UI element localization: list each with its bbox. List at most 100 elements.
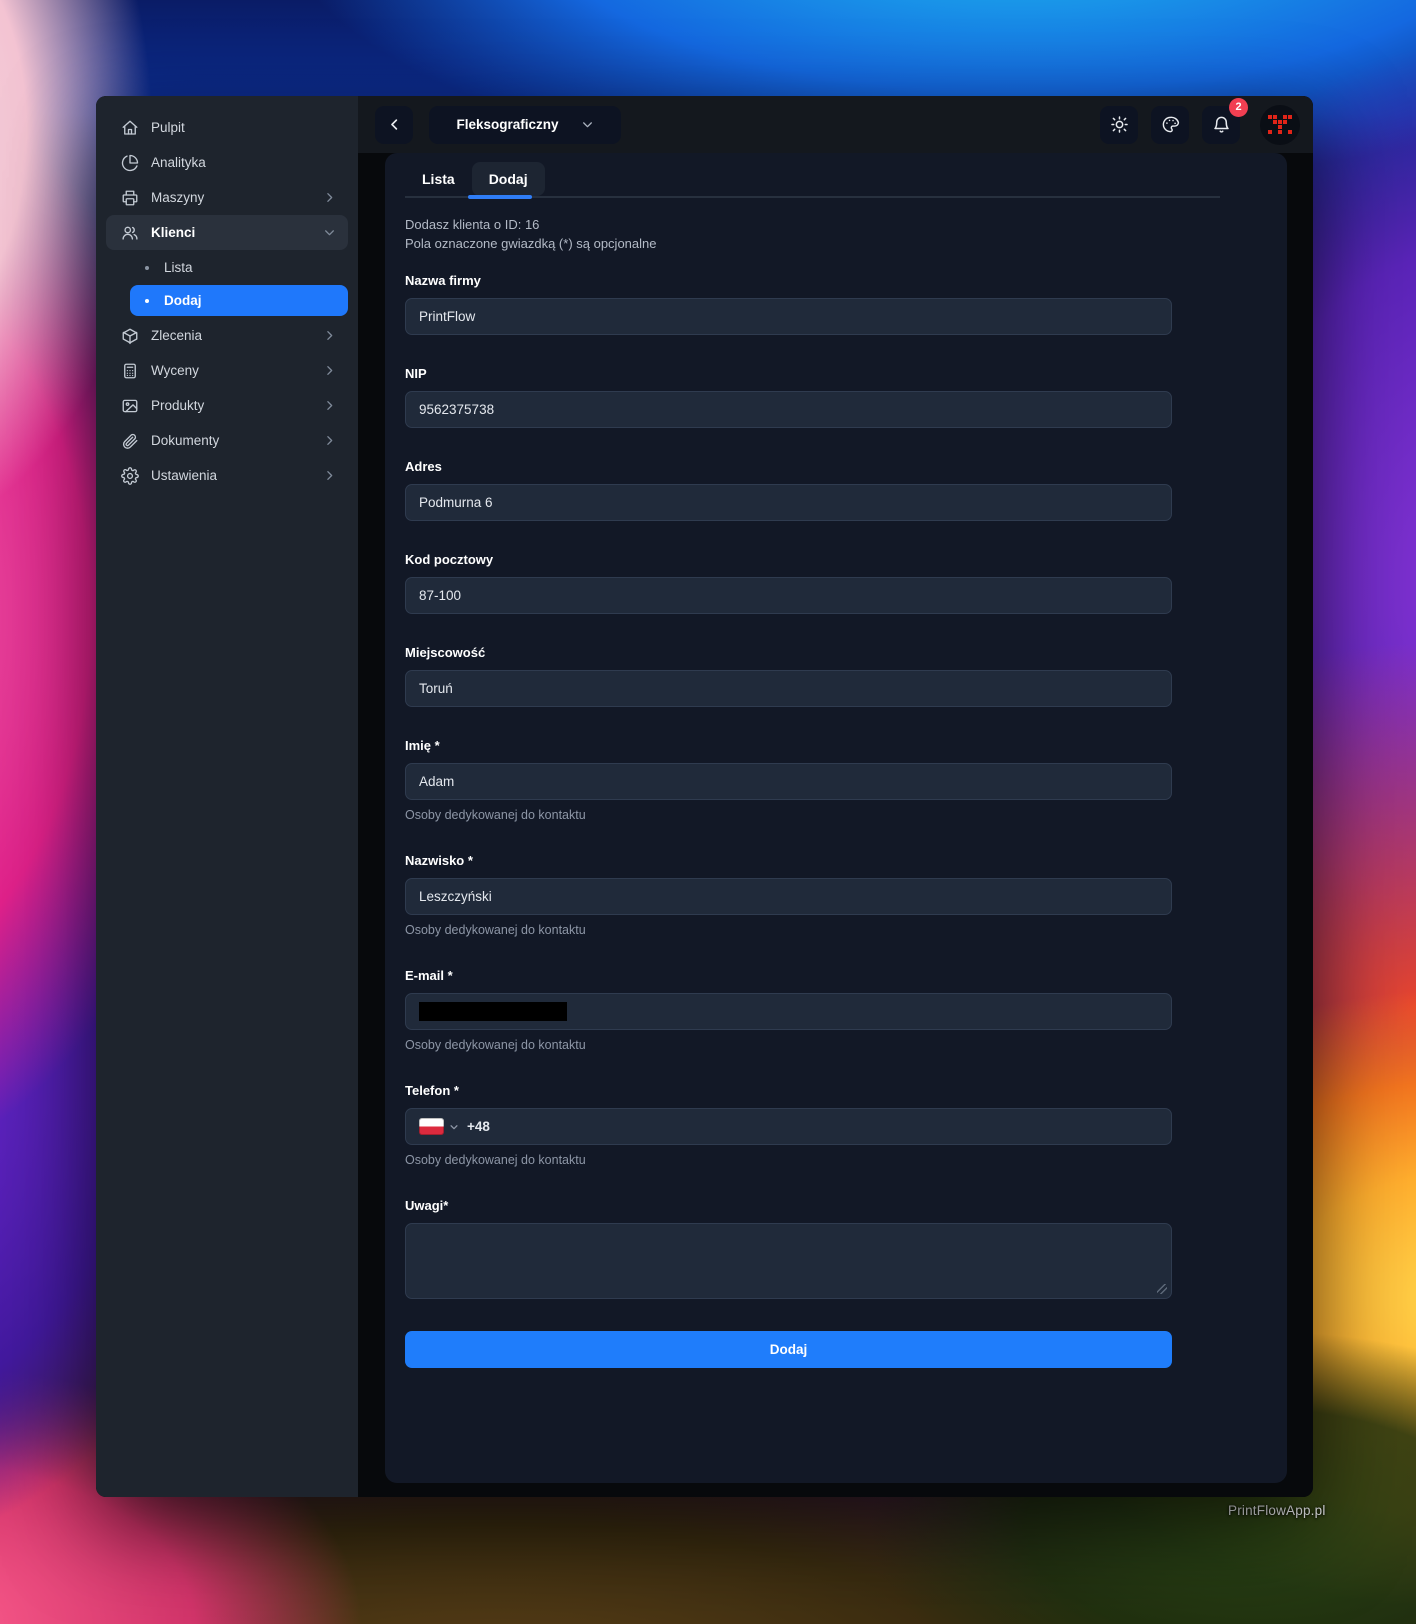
sidebar-subitem-label: Dodaj [164,293,202,308]
paperclip-icon [121,432,139,450]
miejscowosc-input[interactable]: Toruń [405,670,1172,707]
kod-pocztowy-input[interactable]: 87-100 [405,577,1172,614]
uwagi-textarea[interactable] [405,1223,1172,1299]
sidebar-item-label: Ustawienia [151,468,217,483]
package-icon [121,327,139,345]
sidebar-item-label: Pulpit [151,120,185,135]
nip-input[interactable]: 9562375738 [405,391,1172,428]
intro-line-1: Dodasz klienta o ID: 16 [405,215,1267,234]
sidebar-item-maszyny[interactable]: Maszyny [106,180,348,215]
tab-underline [405,196,1220,198]
sidebar-item-label: Klienci [151,225,195,240]
topbar: Fleksograficzny [358,96,1313,153]
intro-line-2: Pola oznaczone gwiazdką (*) są opcjonaln… [405,234,1267,253]
sidebar-item-ustawienia[interactable]: Ustawienia [106,458,348,493]
field-label: E-mail * [405,968,1172,983]
imie-input[interactable]: Adam [405,763,1172,800]
chevron-right-icon [323,191,336,204]
avatar[interactable] [1260,105,1300,145]
chevron-right-icon [323,469,336,482]
field-uwagi: Uwagi* [405,1198,1172,1299]
sidebar-item-zlecenia[interactable]: Zlecenia [106,318,348,353]
sidebar-item-analityka[interactable]: Analityka [106,145,348,180]
chevron-down-icon [449,1122,459,1132]
nazwa-firmy-input[interactable]: PrintFlow [405,298,1172,335]
chevron-down-icon [581,118,594,131]
field-label: Telefon * [405,1083,1172,1098]
image-icon [121,397,139,415]
sidebar-subitem-lista[interactable]: Lista [130,252,348,283]
field-kod-pocztowy: Kod pocztowy 87-100 [405,552,1172,614]
machine-selector-value: Fleksograficzny [456,117,558,132]
field-helper: Osoby dedykowanej do kontaktu [405,1153,1172,1167]
input-value: 87-100 [419,588,461,603]
sidebar-item-dokumenty[interactable]: Dokumenty [106,423,348,458]
sidebar-item-label: Maszyny [151,190,204,205]
chevron-right-icon [323,329,336,342]
users-icon [121,224,139,242]
back-button[interactable] [375,106,413,144]
sidebar-item-label: Analityka [151,155,206,170]
tab-bar: Lista Dodaj [405,153,1267,196]
theme-toggle-button[interactable] [1100,106,1138,144]
redaction-overlay [419,1002,567,1021]
form-intro: Dodasz klienta o ID: 16 Pola oznaczone g… [405,215,1267,253]
input-value: Toruń [419,681,453,696]
chevron-right-icon [323,399,336,412]
input-value: Podmurna 6 [419,495,493,510]
home-icon [121,119,139,137]
field-imie: Imię * Adam Osoby dedykowanej do kontakt… [405,738,1172,822]
field-telefon: Telefon * +48 Osoby dedykowanej do konta… [405,1083,1172,1167]
field-miejscowosc: Miejscowość Toruń [405,645,1172,707]
sidebar-item-wyceny[interactable]: Wyceny [106,353,348,388]
sidebar-item-label: Zlecenia [151,328,202,343]
bullet-icon [145,299,149,303]
sidebar-item-klienci[interactable]: Klienci [106,215,348,250]
phone-prefix: +48 [467,1119,490,1134]
field-label: Imię * [405,738,1172,753]
bell-icon [1212,115,1231,134]
watermark: PrintFlowApp.pl [1228,1503,1326,1518]
input-value: PrintFlow [419,309,475,324]
printer-icon [121,189,139,207]
sun-icon [1110,115,1129,134]
field-adres: Adres Podmurna 6 [405,459,1172,521]
sidebar-item-label: Wyceny [151,363,199,378]
sidebar-item-label: Produkty [151,398,204,413]
content-area: Lista Dodaj Dodasz klienta o ID: 16 Pola… [358,153,1313,1497]
input-value: Adam [419,774,454,789]
sidebar-item-label: Dokumenty [151,433,219,448]
active-tab-indicator [468,195,532,199]
pie-chart-icon [121,154,139,172]
input-value: 9562375738 [419,402,494,417]
poland-flag-icon[interactable] [419,1118,444,1135]
clients-card: Lista Dodaj Dodasz klienta o ID: 16 Pola… [385,153,1287,1483]
palette-icon [1161,115,1180,134]
field-label: NIP [405,366,1172,381]
chevron-left-icon [387,117,402,132]
sidebar-item-pulpit[interactable]: Pulpit [106,110,348,145]
email-input[interactable] [405,993,1172,1030]
field-label: Nazwa firmy [405,273,1172,288]
bullet-icon [145,266,149,270]
notifications-wrapper: 2 [1202,106,1240,144]
sidebar-subitem-dodaj[interactable]: Dodaj [130,285,348,316]
sidebar-item-produkty[interactable]: Produkty [106,388,348,423]
telefon-input[interactable]: +48 [405,1108,1172,1145]
field-label: Uwagi* [405,1198,1172,1213]
field-label: Nazwisko * [405,853,1172,868]
field-label: Miejscowość [405,645,1172,660]
tab-dodaj[interactable]: Dodaj [472,162,545,196]
adres-input[interactable]: Podmurna 6 [405,484,1172,521]
field-helper: Osoby dedykowanej do kontaktu [405,923,1172,937]
tab-lista[interactable]: Lista [405,162,472,196]
avatar-identicon-icon [1268,115,1292,134]
chevron-right-icon [323,364,336,377]
field-email: E-mail * Osoby dedykowanej do kontaktu [405,968,1172,1052]
machine-selector-dropdown[interactable]: Fleksograficzny [429,106,621,144]
palette-button[interactable] [1151,106,1189,144]
field-nazwisko: Nazwisko * Leszczyński Osoby dedykowanej… [405,853,1172,937]
nazwisko-input[interactable]: Leszczyński [405,878,1172,915]
submit-button[interactable]: Dodaj [405,1331,1172,1368]
gear-icon [121,467,139,485]
